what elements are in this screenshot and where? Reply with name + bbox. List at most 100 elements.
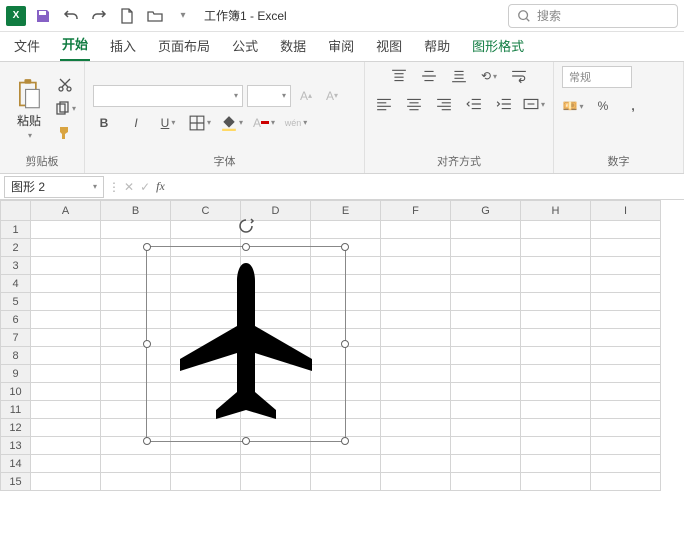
cell[interactable]	[241, 455, 311, 473]
cell[interactable]	[451, 329, 521, 347]
number-format-combo[interactable]: 常规	[562, 66, 632, 88]
cell[interactable]	[521, 293, 591, 311]
cell[interactable]	[591, 419, 661, 437]
tab-shape-format[interactable]: 图形格式	[470, 30, 526, 61]
row-header[interactable]: 10	[1, 383, 31, 401]
cell[interactable]	[171, 473, 241, 491]
resize-handle-tl[interactable]	[143, 243, 151, 251]
row-header[interactable]: 2	[1, 239, 31, 257]
orientation-button[interactable]: ⟲▾	[478, 66, 500, 86]
cell[interactable]	[31, 419, 101, 437]
cell[interactable]	[591, 293, 661, 311]
cell[interactable]	[451, 455, 521, 473]
merge-button[interactable]: ▾	[523, 94, 545, 114]
new-file-button[interactable]	[118, 7, 136, 25]
row-header[interactable]: 3	[1, 257, 31, 275]
column-header[interactable]: A	[31, 201, 101, 221]
column-header[interactable]: G	[451, 201, 521, 221]
column-header[interactable]: B	[101, 201, 171, 221]
rotate-handle[interactable]	[237, 217, 255, 235]
cell[interactable]	[381, 419, 451, 437]
column-header[interactable]: I	[591, 201, 661, 221]
font-size-combo[interactable]: ▾	[247, 85, 291, 107]
cell[interactable]	[591, 329, 661, 347]
column-header[interactable]: F	[381, 201, 451, 221]
align-middle-button[interactable]	[418, 66, 440, 86]
align-left-button[interactable]	[373, 94, 395, 114]
selected-shape[interactable]	[146, 246, 346, 442]
row-header[interactable]: 9	[1, 365, 31, 383]
cell[interactable]	[521, 347, 591, 365]
cell[interactable]	[451, 293, 521, 311]
cell[interactable]	[591, 239, 661, 257]
column-header[interactable]: H	[521, 201, 591, 221]
cut-button[interactable]	[54, 75, 76, 95]
name-box[interactable]: 图形 2 ▾	[4, 176, 104, 198]
cell[interactable]	[381, 473, 451, 491]
cell[interactable]	[591, 473, 661, 491]
cell[interactable]	[451, 347, 521, 365]
row-header[interactable]: 14	[1, 455, 31, 473]
tab-page-layout[interactable]: 页面布局	[156, 30, 212, 61]
undo-button[interactable]	[62, 7, 80, 25]
wrap-text-button[interactable]	[508, 66, 530, 86]
align-center-button[interactable]	[403, 94, 425, 114]
cell[interactable]	[381, 401, 451, 419]
fill-color-button[interactable]: ▾	[221, 113, 243, 133]
cell[interactable]	[451, 257, 521, 275]
row-header[interactable]: 7	[1, 329, 31, 347]
tab-insert[interactable]: 插入	[108, 30, 138, 61]
cell[interactable]	[591, 365, 661, 383]
formula-input[interactable]	[171, 176, 684, 198]
cell[interactable]	[521, 221, 591, 239]
currency-button[interactable]: 💴▾	[562, 96, 584, 116]
resize-handle-r[interactable]	[341, 340, 349, 348]
resize-handle-b[interactable]	[242, 437, 250, 445]
tab-review[interactable]: 审阅	[326, 30, 356, 61]
percent-button[interactable]: %	[592, 96, 614, 116]
cell[interactable]	[521, 257, 591, 275]
column-header[interactable]: C	[171, 201, 241, 221]
cell[interactable]	[101, 473, 171, 491]
cell[interactable]	[591, 257, 661, 275]
cell[interactable]	[521, 239, 591, 257]
cell[interactable]	[521, 455, 591, 473]
cell[interactable]	[521, 329, 591, 347]
resize-handle-br[interactable]	[341, 437, 349, 445]
align-right-button[interactable]	[433, 94, 455, 114]
cell[interactable]	[31, 437, 101, 455]
font-family-combo[interactable]: ▾	[93, 85, 243, 107]
cell[interactable]	[381, 221, 451, 239]
cell[interactable]	[31, 365, 101, 383]
cell[interactable]	[381, 383, 451, 401]
font-color-button[interactable]: A▾	[253, 113, 275, 133]
cell[interactable]	[311, 221, 381, 239]
cell[interactable]	[381, 257, 451, 275]
cell[interactable]	[591, 437, 661, 455]
row-header[interactable]: 1	[1, 221, 31, 239]
bold-button[interactable]: B	[93, 113, 115, 133]
cancel-formula-button[interactable]: ✕	[124, 180, 134, 194]
row-header[interactable]: 6	[1, 311, 31, 329]
cell[interactable]	[381, 455, 451, 473]
cell[interactable]	[521, 275, 591, 293]
align-bottom-button[interactable]	[448, 66, 470, 86]
cell[interactable]	[451, 437, 521, 455]
cell[interactable]	[591, 311, 661, 329]
namebox-resize-handle[interactable]: ⋮	[108, 180, 118, 194]
align-top-button[interactable]	[388, 66, 410, 86]
cell[interactable]	[31, 455, 101, 473]
cell[interactable]	[311, 473, 381, 491]
select-all-cell[interactable]	[1, 201, 31, 221]
row-header[interactable]: 8	[1, 347, 31, 365]
cell[interactable]	[591, 401, 661, 419]
cell[interactable]	[451, 401, 521, 419]
underline-button[interactable]: U▾	[157, 113, 179, 133]
cell[interactable]	[381, 311, 451, 329]
column-header[interactable]: E	[311, 201, 381, 221]
tab-formulas[interactable]: 公式	[230, 30, 260, 61]
paste-button[interactable]: 粘贴 ▾	[8, 75, 50, 143]
cell[interactable]	[591, 221, 661, 239]
resize-handle-l[interactable]	[143, 340, 151, 348]
italic-button[interactable]: I	[125, 113, 147, 133]
